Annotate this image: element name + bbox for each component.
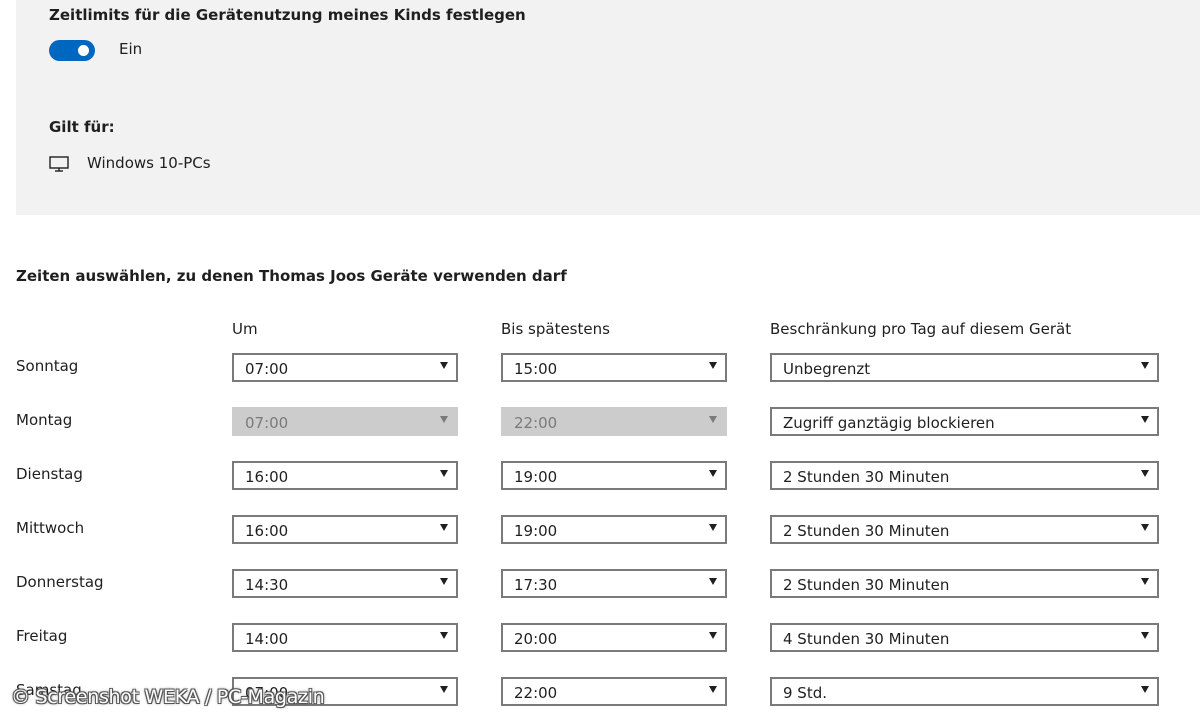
day-label-donnerstag: Donnerstag (16, 573, 104, 591)
applies-to-heading: Gilt für: (49, 118, 115, 136)
select-value: 2 Stunden 30 Minuten (783, 468, 950, 486)
select-value: 16:00 (245, 468, 289, 486)
select-value: 07:00 (245, 414, 289, 432)
dropdown-arrow-icon (440, 578, 448, 585)
dropdown-arrow-icon (440, 686, 448, 693)
dropdown-arrow-icon (1141, 686, 1149, 693)
day-label-dienstag: Dienstag (16, 465, 83, 483)
select-value: 19:00 (514, 522, 558, 540)
from-select-sonntag[interactable]: 07:00 (232, 353, 458, 382)
limit-select-samstag[interactable]: 9 Std. (770, 677, 1159, 706)
dropdown-arrow-icon (440, 362, 448, 369)
from-select-mittwoch[interactable]: 16:00 (232, 515, 458, 544)
dropdown-arrow-icon (709, 686, 717, 693)
select-value: Zugriff ganztägig blockieren (783, 414, 995, 432)
select-value: 17:30 (514, 576, 558, 594)
column-header-from: Um (232, 320, 258, 338)
until-select-freitag[interactable]: 20:00 (501, 623, 727, 652)
select-value: 2 Stunden 30 Minuten (783, 522, 950, 540)
day-label-sonntag: Sonntag (16, 357, 79, 375)
settings-panel (16, 0, 1200, 215)
until-select-samstag[interactable]: 22:00 (501, 677, 727, 706)
time-limits-toggle[interactable] (49, 40, 95, 61)
dropdown-arrow-icon (709, 362, 717, 369)
toggle-knob (78, 45, 89, 56)
limit-select-donnerstag[interactable]: 2 Stunden 30 Minuten (770, 569, 1159, 598)
select-value: 16:00 (245, 522, 289, 540)
dropdown-arrow-icon (1141, 578, 1149, 585)
dropdown-arrow-icon (440, 524, 448, 531)
dropdown-arrow-icon (709, 632, 717, 639)
column-header-until: Bis spätestens (501, 320, 610, 338)
schedule-title: Zeiten auswählen, zu denen Thomas Joos G… (16, 267, 567, 285)
select-value: 2 Stunden 30 Minuten (783, 576, 950, 594)
dropdown-arrow-icon (1141, 470, 1149, 477)
dropdown-arrow-icon (1141, 416, 1149, 423)
monitor-icon (49, 156, 69, 172)
until-select-mittwoch[interactable]: 19:00 (501, 515, 727, 544)
select-value: 20:00 (514, 630, 558, 648)
dropdown-arrow-icon (709, 416, 717, 423)
from-select-montag: 07:00 (232, 407, 458, 436)
select-value: Unbegrenzt (783, 360, 871, 378)
time-limits-heading: Zeitlimits für die Gerätenutzung meines … (49, 6, 526, 24)
dropdown-arrow-icon (1141, 632, 1149, 639)
dropdown-arrow-icon (709, 524, 717, 531)
dropdown-arrow-icon (709, 578, 717, 585)
select-value: 14:30 (245, 576, 289, 594)
day-label-mittwoch: Mittwoch (16, 519, 85, 537)
until-select-montag: 22:00 (501, 407, 727, 436)
day-label-montag: Montag (16, 411, 73, 429)
copyright-watermark: © Screenshot WEKA / PC-Magazin (11, 686, 325, 708)
dropdown-arrow-icon (1141, 362, 1149, 369)
dropdown-arrow-icon (709, 470, 717, 477)
dropdown-arrow-icon (1141, 524, 1149, 531)
until-select-sonntag[interactable]: 15:00 (501, 353, 727, 382)
device-label: Windows 10-PCs (87, 154, 211, 172)
limit-select-mittwoch[interactable]: 2 Stunden 30 Minuten (770, 515, 1159, 544)
from-select-donnerstag[interactable]: 14:30 (232, 569, 458, 598)
select-value: 19:00 (514, 468, 558, 486)
dropdown-arrow-icon (440, 416, 448, 423)
select-value: 22:00 (514, 684, 558, 702)
day-label-freitag: Freitag (16, 627, 68, 645)
dropdown-arrow-icon (440, 632, 448, 639)
from-select-dienstag[interactable]: 16:00 (232, 461, 458, 490)
select-value: 15:00 (514, 360, 558, 378)
limit-select-freitag[interactable]: 4 Stunden 30 Minuten (770, 623, 1159, 652)
column-header-limit: Beschränkung pro Tag auf diesem Gerät (770, 320, 1072, 338)
select-value: 14:00 (245, 630, 289, 648)
from-select-freitag[interactable]: 14:00 (232, 623, 458, 652)
dropdown-arrow-icon (440, 470, 448, 477)
toggle-state-label: Ein (119, 40, 143, 58)
limit-select-sonntag[interactable]: Unbegrenzt (770, 353, 1159, 382)
limit-select-montag[interactable]: Zugriff ganztägig blockieren (770, 407, 1159, 436)
select-value: 4 Stunden 30 Minuten (783, 630, 950, 648)
until-select-donnerstag[interactable]: 17:30 (501, 569, 727, 598)
select-value: 22:00 (514, 414, 558, 432)
select-value: 9 Std. (783, 684, 828, 702)
limit-select-dienstag[interactable]: 2 Stunden 30 Minuten (770, 461, 1159, 490)
until-select-dienstag[interactable]: 19:00 (501, 461, 727, 490)
select-value: 07:00 (245, 360, 289, 378)
